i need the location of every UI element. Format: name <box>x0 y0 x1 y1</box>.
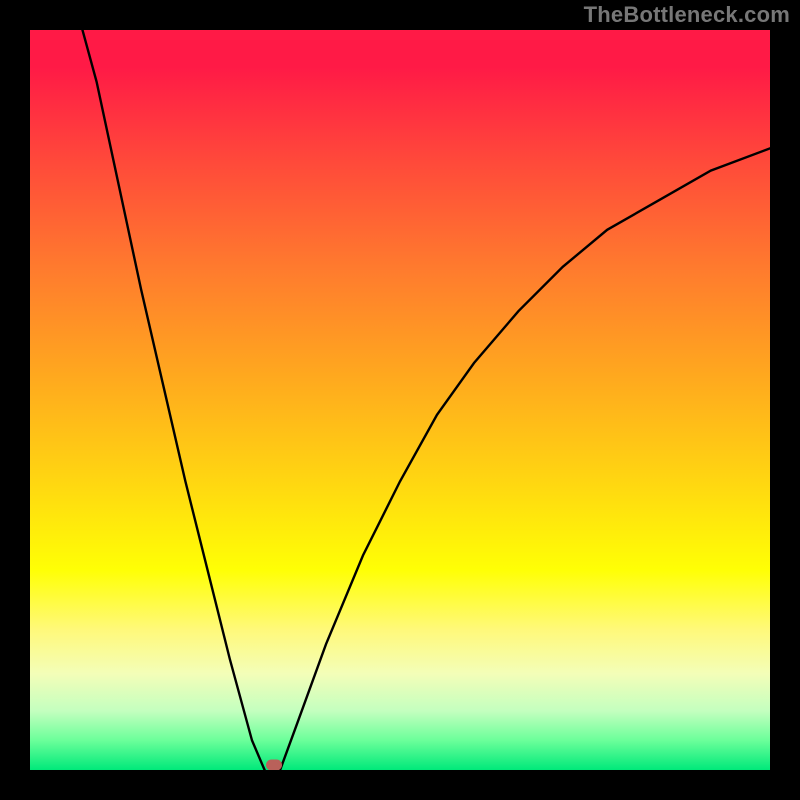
plot-area <box>30 30 770 770</box>
bottleneck-curve <box>30 30 770 770</box>
curve-right-branch <box>280 148 770 770</box>
curve-left-branch <box>74 30 264 770</box>
chart-frame: TheBottleneck.com <box>0 0 800 800</box>
watermark-text: TheBottleneck.com <box>584 2 790 28</box>
minimum-marker <box>266 759 282 770</box>
